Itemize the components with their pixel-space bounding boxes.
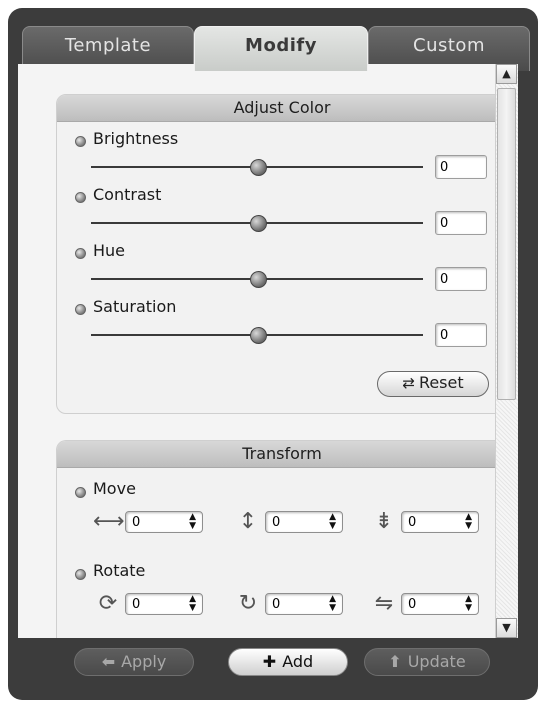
brightness-label: Brightness xyxy=(93,129,179,148)
hue-slider-thumb[interactable] xyxy=(249,271,267,288)
modify-panel-window: Template Modify Custom Adjust Color Brig… xyxy=(8,8,538,700)
apply-button[interactable]: ⬅ Apply xyxy=(74,648,194,676)
transform-panel: Transform Move ⟷ 0 ▲ ▼ ↕ 0 ▲ ▼ ⇟ 0 ▲ ▼ Rota… xyxy=(56,440,508,638)
scroll-down-arrow-icon[interactable]: ▼ xyxy=(496,618,517,638)
rotate-arrows-icon: ⇄ xyxy=(402,374,415,392)
brightness-row: Brightness 0 xyxy=(57,129,507,185)
spinner-arrows-icon[interactable]: ▲ ▼ xyxy=(189,595,196,613)
spinner-arrows-icon[interactable]: ▲ ▼ xyxy=(465,513,472,531)
add-label: Add xyxy=(282,652,314,671)
bullet-icon xyxy=(75,192,86,203)
tab-modify[interactable]: Modify xyxy=(194,26,368,71)
vertical-arrows-icon: ↕ xyxy=(238,509,258,534)
update-button[interactable]: ⬆ Update xyxy=(364,648,490,676)
rotate-z-stepper[interactable]: 0 ▲ ▼ xyxy=(401,593,479,615)
bullet-icon xyxy=(75,136,86,147)
saturation-value-field[interactable]: 0 xyxy=(435,323,487,347)
move-x-stepper[interactable]: 0 ▲ ▼ xyxy=(125,511,203,533)
move-y-value: 0 xyxy=(272,515,281,530)
saturation-label: Saturation xyxy=(93,297,177,316)
add-button[interactable]: ✚ Add xyxy=(228,648,348,676)
move-y-stepper[interactable]: 0 ▲ ▼ xyxy=(265,511,343,533)
bullet-icon xyxy=(75,304,86,315)
spinner-arrows-icon[interactable]: ▲ ▼ xyxy=(465,595,472,613)
reset-label: Reset xyxy=(418,373,464,392)
bullet-icon xyxy=(75,569,86,580)
horizontal-arrows-icon: ⟷ xyxy=(93,509,125,534)
reset-button[interactable]: ⇄ Reset xyxy=(377,371,489,397)
contrast-row: Contrast 0 xyxy=(57,185,507,241)
move-z-value: 0 xyxy=(408,515,417,530)
spinner-arrows-icon[interactable]: ▲ ▼ xyxy=(329,513,336,531)
contrast-value-field[interactable]: 0 xyxy=(435,211,487,235)
contrast-label: Contrast xyxy=(93,185,162,204)
adjust-color-panel: Adjust Color Brightness 0 Contrast 0 Hue xyxy=(56,94,508,414)
rotate-z-icon: ⇋ xyxy=(374,591,394,616)
hue-value-field[interactable]: 0 xyxy=(435,267,487,291)
apply-label: Apply xyxy=(121,652,167,671)
move-x-value: 0 xyxy=(132,515,141,530)
hue-row: Hue 0 xyxy=(57,241,507,297)
spinner-arrows-icon[interactable]: ▲ ▼ xyxy=(189,513,196,531)
up-arrow-icon: ⬆ xyxy=(388,652,402,671)
depth-arrows-icon: ⇟ xyxy=(374,509,394,534)
rotate-x-stepper[interactable]: 0 ▲ ▼ xyxy=(125,593,203,615)
saturation-row: Saturation 0 xyxy=(57,297,507,353)
rotate-y-icon: ↻ xyxy=(238,591,258,616)
brightness-slider-thumb[interactable] xyxy=(249,159,267,176)
update-label: Update xyxy=(407,652,466,671)
contrast-slider-thumb[interactable] xyxy=(249,215,267,232)
scrollbar-thumb[interactable] xyxy=(497,88,516,400)
modify-content-area: Adjust Color Brightness 0 Contrast 0 Hue xyxy=(18,64,518,638)
rotate-x-value: 0 xyxy=(132,597,141,612)
left-arrow-icon: ⬅ xyxy=(101,652,116,671)
vertical-scrollbar[interactable]: ▲ ▼ xyxy=(495,64,518,638)
transform-header: Transform xyxy=(57,441,507,468)
bullet-icon xyxy=(75,487,86,498)
rotate-label: Rotate xyxy=(93,561,146,580)
rotate-z-value: 0 xyxy=(408,597,417,612)
adjust-color-header: Adjust Color xyxy=(57,95,507,122)
rotate-x-icon: ⟳ xyxy=(98,591,118,616)
rotate-y-value: 0 xyxy=(272,597,281,612)
hue-label: Hue xyxy=(93,241,126,260)
spinner-arrows-icon[interactable]: ▲ ▼ xyxy=(329,595,336,613)
saturation-slider-thumb[interactable] xyxy=(249,327,267,344)
bullet-icon xyxy=(75,248,86,259)
move-label: Move xyxy=(93,479,136,498)
scroll-up-arrow-icon[interactable]: ▲ xyxy=(496,64,517,84)
rotate-y-stepper[interactable]: 0 ▲ ▼ xyxy=(265,593,343,615)
move-z-stepper[interactable]: 0 ▲ ▼ xyxy=(401,511,479,533)
plus-icon: ✚ xyxy=(262,652,277,671)
brightness-value-field[interactable]: 0 xyxy=(435,155,487,179)
